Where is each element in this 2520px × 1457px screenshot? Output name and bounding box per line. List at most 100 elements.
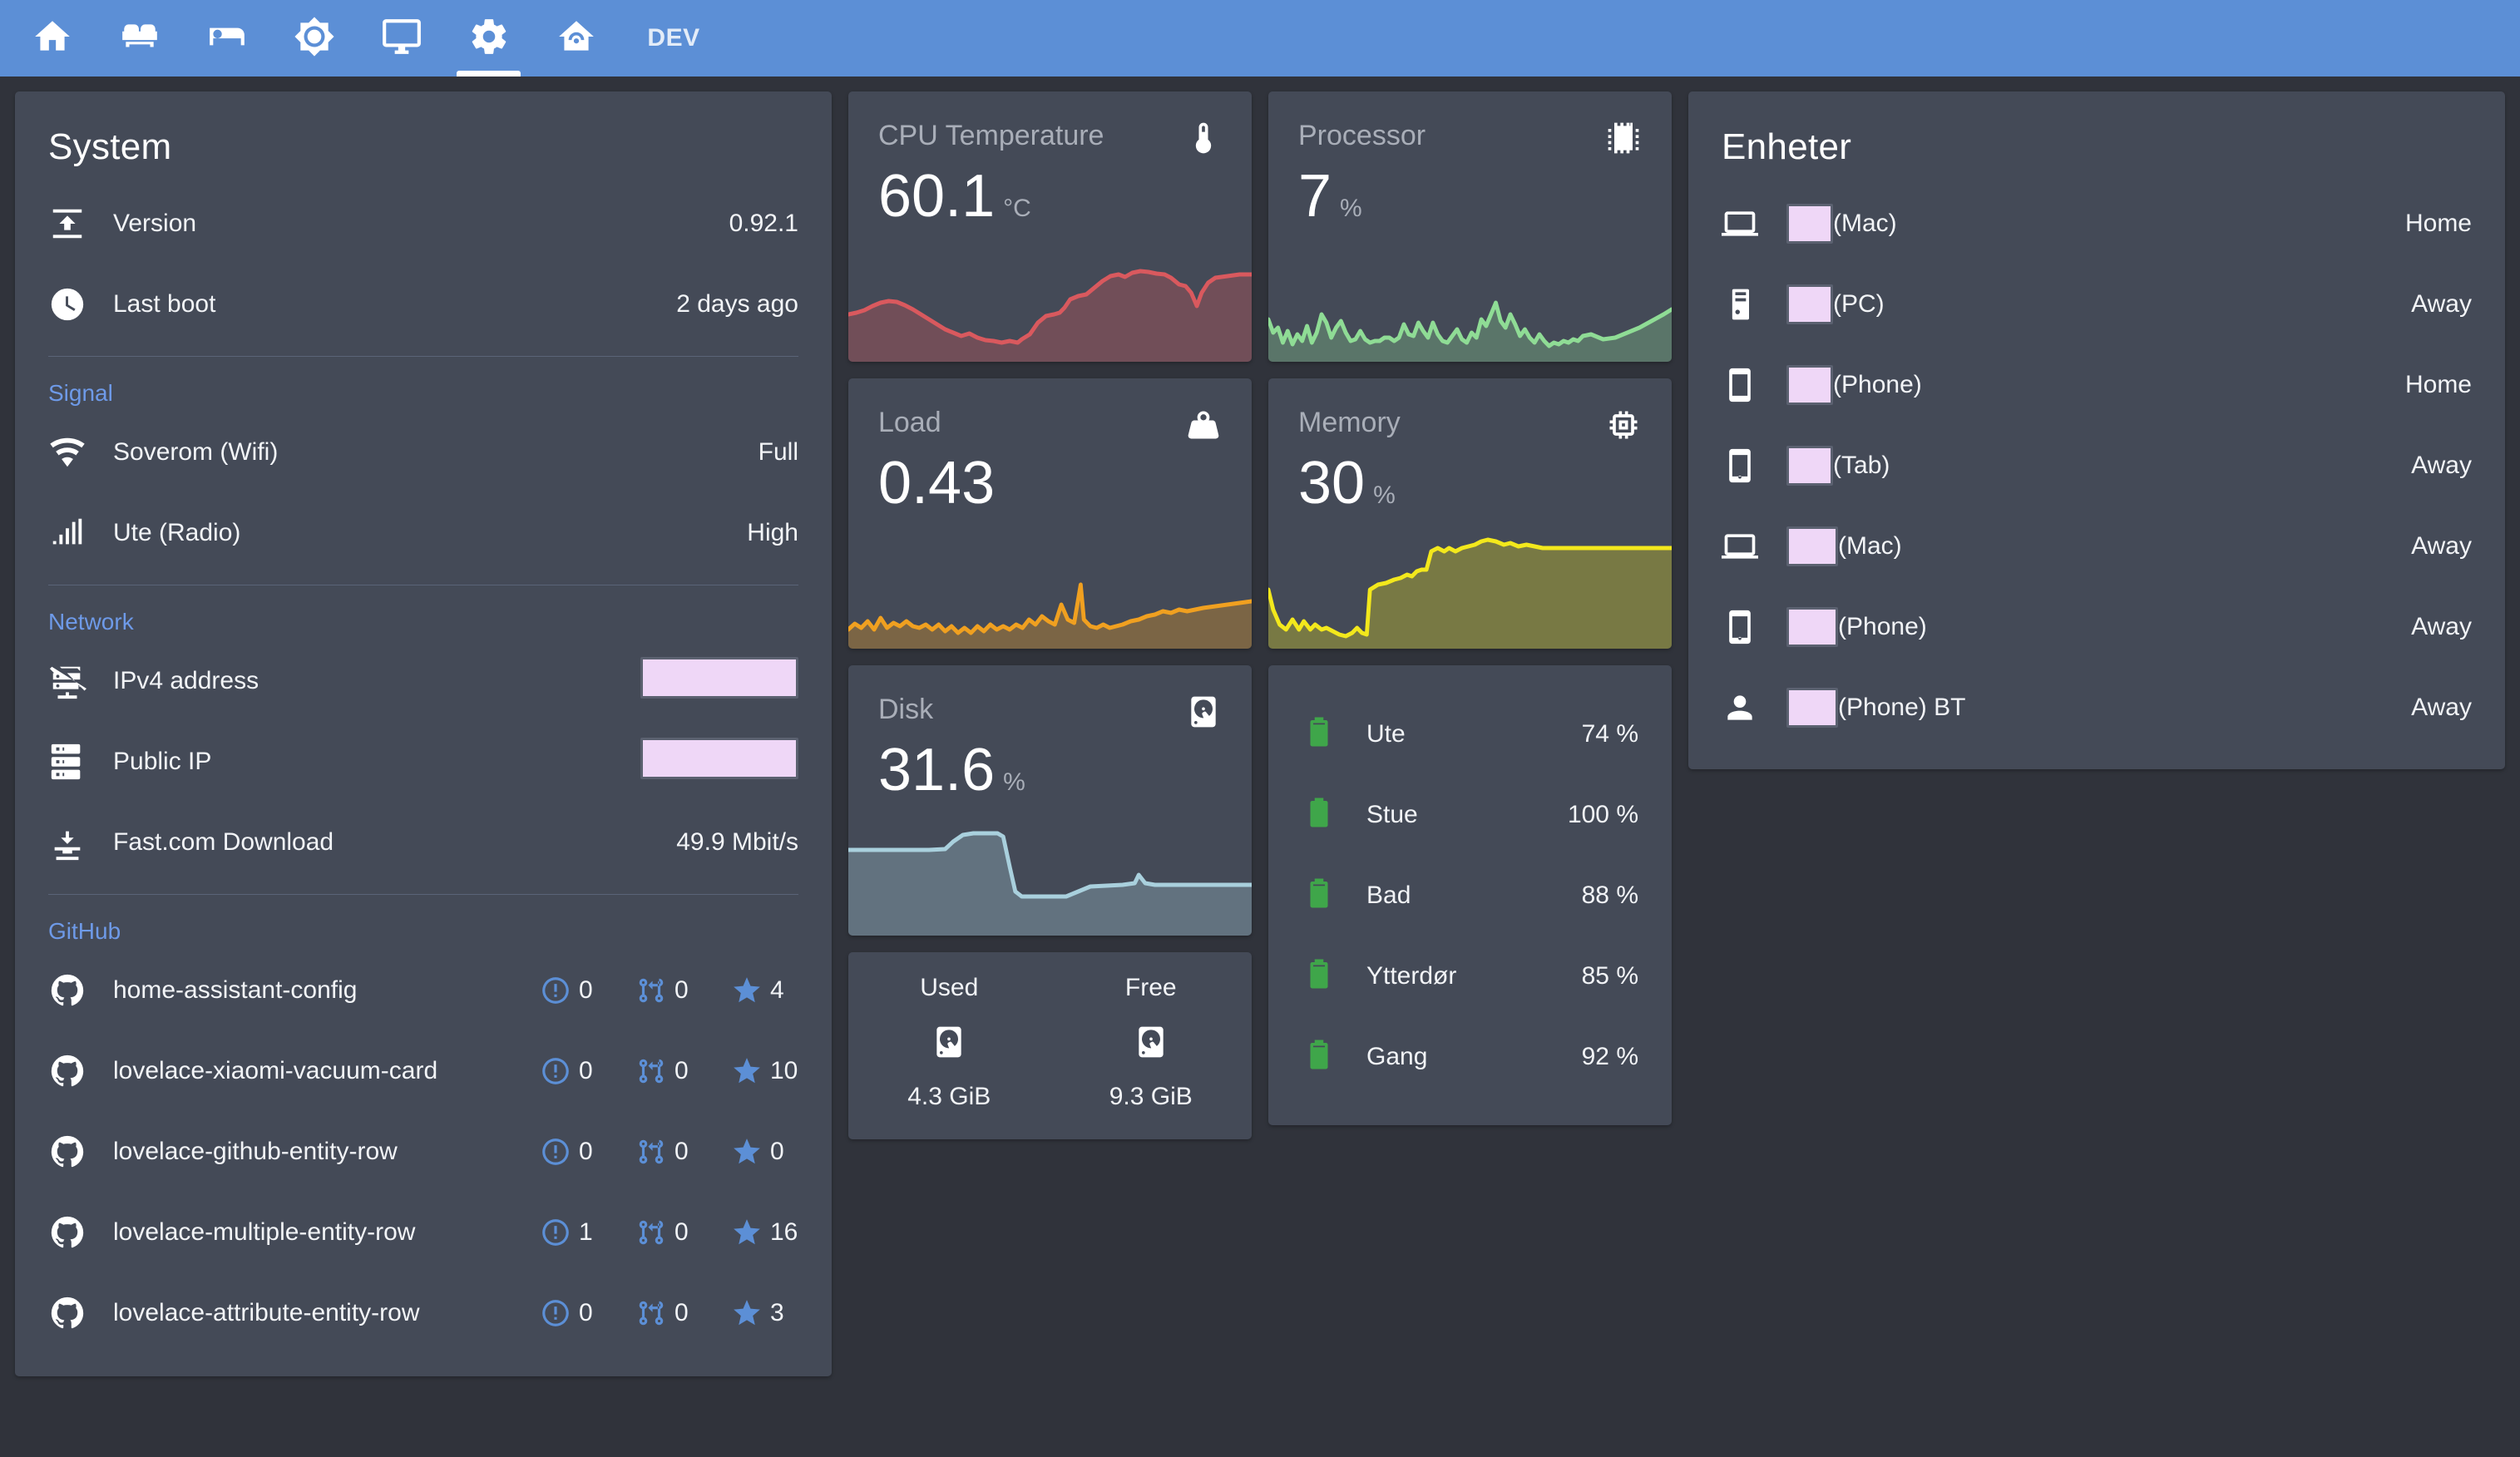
device-row-label: (Mac) — [1786, 203, 2405, 244]
disk-free-value: 9.3 GiB — [1109, 1083, 1193, 1110]
battery-row-label: Stue — [1366, 800, 1418, 828]
memory-icon — [1605, 407, 1642, 447]
redacted-ipv4-value — [640, 656, 798, 699]
redacted-device-name — [1786, 284, 1834, 324]
memory-header: Memory — [1268, 378, 1672, 447]
repo-pulls-count: 0 — [674, 975, 689, 1004]
alert-circle-icon — [542, 1218, 569, 1246]
row-public-ip-value — [640, 737, 798, 786]
section-label-signal: Signal — [48, 380, 113, 406]
disk-free-cell[interactable]: Free 9.3 GiB — [1050, 974, 1253, 1111]
system-card: System Version 0.92.1 Last boot 2 days a… — [15, 91, 832, 1376]
redacted-device-name — [1786, 687, 1839, 728]
device-row-suffix: (Phone) — [1833, 370, 1922, 398]
row-radio[interactable]: Ute (Radio) High — [48, 492, 798, 573]
row-radio-value: High — [747, 518, 798, 546]
dashboard-columns: System Version 0.92.1 Last boot 2 days a… — [0, 77, 2520, 1457]
battery-icon — [1302, 714, 1366, 753]
repo-pulls-count: 0 — [674, 1137, 689, 1165]
row-version[interactable]: Version 0.92.1 — [48, 183, 798, 264]
star-icon — [734, 1138, 760, 1163]
load-name: Load — [877, 407, 941, 438]
cpu-temperature-name: CPU Temperature — [877, 120, 1104, 151]
tab-media[interactable] — [358, 0, 445, 77]
row-public-ip[interactable]: Public IP — [48, 721, 798, 802]
device-row[interactable]: (PC) Away — [1722, 264, 2472, 344]
battery-row[interactable]: Bad 88 % — [1302, 855, 1638, 936]
tab-settings[interactable] — [445, 0, 532, 77]
cellphone-icon — [1722, 367, 1786, 403]
battery-row[interactable]: Gang 92 % — [1302, 1016, 1638, 1097]
device-row[interactable]: (Phone) BT Away — [1722, 667, 2472, 748]
device-row[interactable]: (Mac) Home — [1722, 183, 2472, 264]
clock-icon — [48, 285, 113, 324]
processor-graph — [1268, 216, 1673, 362]
row-repo-name: lovelace-attribute-entity-row — [113, 1298, 420, 1326]
device-row-suffix: (Phone) — [1838, 612, 1927, 640]
load-header: Load — [848, 378, 1252, 447]
tab-bedroom[interactable] — [183, 0, 270, 77]
tab-home-automation[interactable] — [532, 0, 620, 77]
device-row[interactable]: (Mac) Away — [1722, 506, 2472, 586]
repo-issues-count: 1 — [578, 1217, 593, 1246]
row-last-boot[interactable]: Last boot 2 days ago — [48, 264, 798, 344]
system-general-section: Version 0.92.1 Last boot 2 days ago — [15, 183, 832, 357]
cpu-temperature-header: CPU Temperature — [848, 91, 1252, 161]
row-repo[interactable]: home-assistant-config 0 0 4 — [48, 950, 798, 1030]
device-row-state: Home — [2404, 209, 2472, 237]
alert-circle-icon — [542, 976, 569, 1004]
battery-card: Ute 74 % Stue 100 % Bad 88 % Ytterdør 85… — [1268, 665, 1673, 1125]
battery-icon — [1302, 795, 1366, 834]
row-repo[interactable]: lovelace-multiple-entity-row 1 0 16 — [48, 1192, 798, 1272]
row-repo[interactable]: lovelace-attribute-entity-row 0 0 3 — [48, 1272, 798, 1353]
harddisk-icon — [848, 1024, 1050, 1064]
device-row[interactable]: (Phone) Home — [1722, 344, 2472, 425]
row-repo[interactable]: lovelace-github-entity-row 0 0 0 — [48, 1111, 798, 1192]
load-card[interactable]: Load 0.43 — [847, 378, 1252, 649]
repo-pulls-count: 0 — [674, 1217, 689, 1246]
disk-card[interactable]: Disk 31.6 % — [847, 665, 1252, 936]
device-row[interactable]: (Phone) Away — [1722, 586, 2472, 667]
repo-issues-count: 0 — [578, 975, 593, 1004]
server-off-icon — [48, 662, 113, 700]
repo-stats: 0 0 0 — [511, 1136, 798, 1168]
tab-dev[interactable]: DEV — [620, 0, 728, 77]
device-row-state: Home — [2404, 370, 2472, 398]
processor-card[interactable]: Processor 7 % — [1268, 91, 1673, 362]
cpu-temperature-card[interactable]: CPU Temperature 60.1 °C — [847, 91, 1252, 362]
device-row-label: (Phone) — [1786, 364, 2405, 405]
battery-row[interactable]: Ute 74 % — [1302, 694, 1638, 774]
row-wifi[interactable]: Soverom (Wifi) Full — [48, 412, 798, 492]
tab-living-room[interactable] — [96, 0, 183, 77]
row-repo[interactable]: lovelace-xiaomi-vacuum-card 0 0 10 — [48, 1030, 798, 1111]
disk-free-header: Free — [1124, 974, 1177, 1001]
cellphone-icon — [1722, 447, 1786, 484]
battery-row-label: Gang — [1366, 1042, 1428, 1070]
repo-pulls: 0 — [635, 1217, 703, 1248]
package-up-icon — [48, 205, 113, 243]
device-row[interactable]: (Tab) Away — [1722, 425, 2472, 506]
tab-lights[interactable] — [270, 0, 358, 77]
alert-circle-icon — [542, 1138, 569, 1165]
tab-home[interactable] — [8, 0, 96, 77]
battery-row[interactable]: Ytterdør 85 % — [1302, 936, 1638, 1016]
row-repo-name: lovelace-xiaomi-vacuum-card — [113, 1056, 438, 1084]
battery-row[interactable]: Stue 100 % — [1302, 774, 1638, 855]
disk-used-value: 4.3 GiB — [907, 1083, 991, 1110]
row-fast-download[interactable]: Fast.com Download 49.9 Mbit/s — [48, 802, 798, 882]
signal-bars-icon — [48, 514, 113, 552]
device-row-state: Away — [2411, 693, 2472, 721]
battery-row-label: Bad — [1366, 881, 1411, 909]
chip-icon — [1605, 120, 1642, 161]
memory-card[interactable]: Memory 30 % — [1268, 378, 1673, 649]
row-ipv4[interactable]: IPv4 address — [48, 640, 798, 721]
row-repo-name: lovelace-multiple-entity-row — [113, 1217, 416, 1246]
repo-pulls-count: 0 — [674, 1298, 689, 1326]
disk-used-cell[interactable]: Used 4.3 GiB — [848, 974, 1050, 1111]
device-row-state: Away — [2411, 451, 2472, 479]
repo-pulls: 0 — [635, 1136, 703, 1168]
weight-icon — [1185, 407, 1222, 447]
wifi-icon — [48, 433, 113, 472]
monitor-icon — [381, 16, 422, 62]
redacted-device-name — [1786, 364, 1834, 405]
